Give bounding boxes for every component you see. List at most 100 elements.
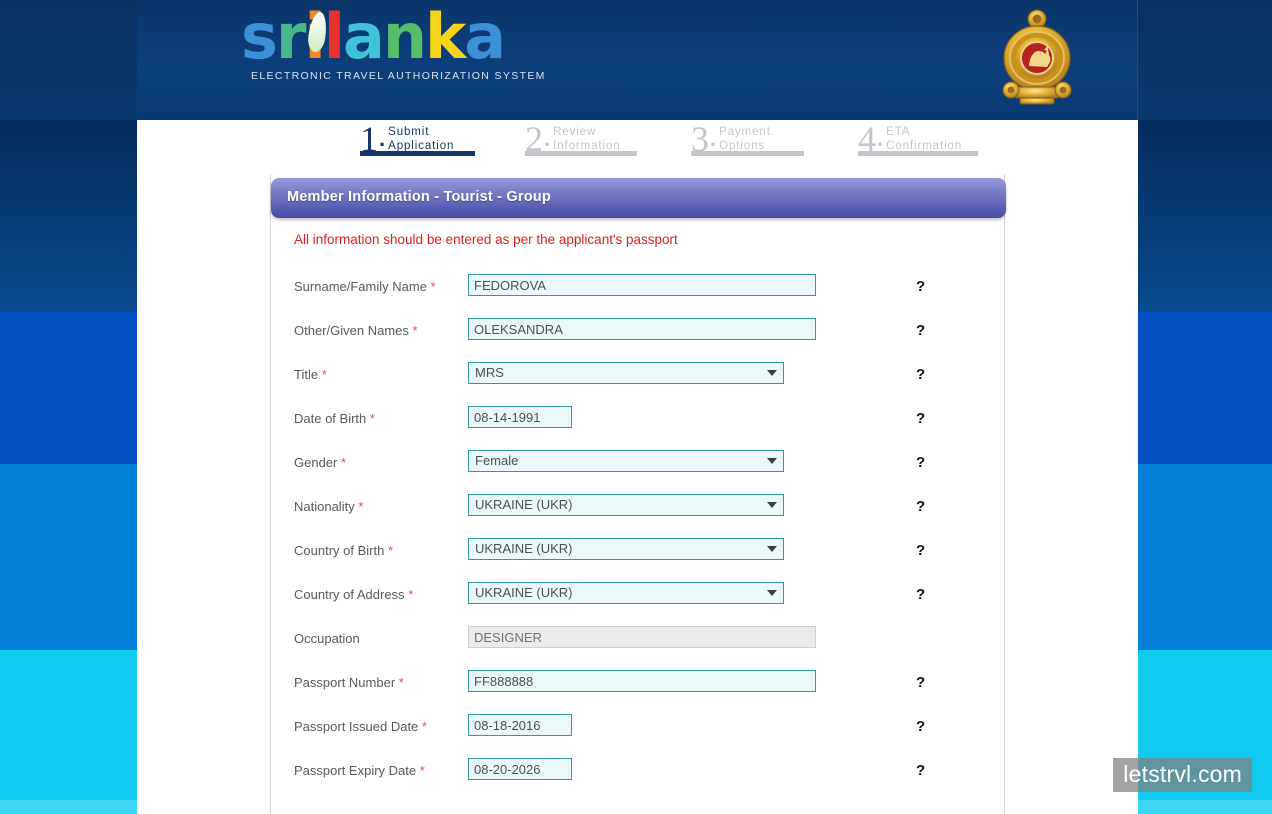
passport-issued-date-input[interactable]	[468, 714, 572, 736]
label-country-of-birth-text: Country of Birth	[294, 543, 385, 558]
step-2-line2: Information	[553, 139, 621, 152]
step-2-line1: Review	[553, 126, 597, 138]
label-country-of-birth: Country of Birth *	[294, 543, 393, 558]
required-marker: *	[412, 323, 418, 338]
row-country-of-address: Country of Address * UKRAINE (UKR) ?	[271, 578, 1006, 622]
required-marker: *	[419, 763, 425, 778]
label-passport-expiry-date: Passport Expiry Date *	[294, 763, 425, 778]
logo-letter-r: r	[275, 0, 307, 73]
label-gender-text: Gender	[294, 455, 338, 470]
step-review-information[interactable]: 2 . Review Information	[525, 121, 637, 157]
row-passport-issued-date: Passport Issued Date * ?	[271, 710, 1006, 754]
step-3-label: Payment Options	[719, 122, 771, 153]
logo-letter-n: n	[382, 0, 427, 73]
step-3-underline	[691, 151, 804, 156]
row-surname: Surname/Family Name * ?	[271, 270, 1006, 314]
given-names-input[interactable]	[468, 318, 816, 340]
label-passport-issued-date: Passport Issued Date *	[294, 719, 427, 734]
help-icon-passport-issued-date[interactable]: ?	[916, 718, 925, 735]
country-of-birth-select[interactable]: UKRAINE (UKR)	[468, 538, 784, 560]
content-sheet: 1 . Submit Application 2 . Review Inform…	[137, 120, 1138, 814]
label-given-names-text: Other/Given Names	[294, 323, 409, 338]
row-passport-expiry-date: Passport Expiry Date * ?	[271, 754, 1006, 798]
country-of-address-select[interactable]: UKRAINE (UKR)	[468, 582, 784, 604]
help-icon-gender[interactable]: ?	[916, 454, 925, 471]
step-payment-options[interactable]: 3 . Payment Options	[691, 121, 804, 157]
sri-lanka-national-emblem-icon	[989, 8, 1085, 112]
label-date-of-birth-text: Date of Birth	[294, 411, 367, 426]
logo-letter-s: s	[241, 0, 278, 73]
step-2-underline	[525, 151, 637, 156]
panel-title: Member Information - Tourist - Group	[287, 189, 551, 205]
step-1-line1: Submit	[388, 126, 430, 138]
row-gender: Gender * Female ?	[271, 446, 1006, 490]
required-marker: *	[358, 499, 364, 514]
row-title: Title * MRS ?	[271, 358, 1006, 402]
site-header: srilanka ELECTRONIC TRAVEL AUTHORIZATION…	[137, 0, 1138, 120]
label-date-of-birth: Date of Birth *	[294, 411, 375, 426]
site-watermark: letstrvl.com	[1113, 758, 1252, 792]
help-icon-given-names[interactable]: ?	[916, 322, 925, 339]
step-3-line2: Options	[719, 139, 766, 152]
logo-letter-k: k	[425, 0, 466, 73]
help-icon-country-of-address[interactable]: ?	[916, 586, 925, 603]
label-passport-expiry-date-text: Passport Expiry Date	[294, 763, 417, 778]
help-icon-date-of-birth[interactable]: ?	[916, 410, 925, 427]
step-4-line2: Confirmation	[886, 139, 963, 152]
panel-header-bar: Member Information - Tourist - Group	[271, 178, 1006, 218]
help-icon-passport-number[interactable]: ?	[916, 674, 925, 691]
member-information-form: Surname/Family Name * ? Other/Given Name…	[271, 270, 1006, 798]
chevron-down-icon	[767, 546, 777, 552]
page-root: srilanka ELECTRONIC TRAVEL AUTHORIZATION…	[0, 0, 1272, 814]
gender-select[interactable]: Female	[468, 450, 784, 472]
chevron-down-icon	[767, 370, 777, 376]
help-icon-surname[interactable]: ?	[916, 278, 925, 295]
label-title: Title *	[294, 367, 327, 382]
step-4-line1: ETA	[886, 126, 911, 138]
title-select-value: MRS	[475, 365, 504, 380]
required-marker: *	[369, 411, 375, 426]
chevron-down-icon	[767, 502, 777, 508]
row-occupation: Occupation	[271, 622, 1006, 666]
label-country-of-address: Country of Address *	[294, 587, 413, 602]
help-icon-country-of-birth[interactable]: ?	[916, 542, 925, 559]
step-3-line1: Payment	[719, 126, 771, 138]
row-country-of-birth: Country of Birth * UKRAINE (UKR) ?	[271, 534, 1006, 578]
step-1-label: Submit Application	[388, 122, 454, 153]
row-passport-number: Passport Number * ?	[271, 666, 1006, 710]
nationality-select-value: UKRAINE (UKR)	[475, 497, 573, 512]
step-4-label: ETA Confirmation	[886, 122, 962, 153]
label-gender: Gender *	[294, 455, 346, 470]
required-marker: *	[430, 279, 436, 294]
nationality-select[interactable]: UKRAINE (UKR)	[468, 494, 784, 516]
passport-expiry-date-input[interactable]	[468, 758, 572, 780]
step-eta-confirmation[interactable]: 4 . ETA Confirmation	[858, 121, 978, 157]
logo-letter-a2: a	[464, 0, 506, 73]
country-of-birth-select-value: UKRAINE (UKR)	[475, 541, 573, 556]
chevron-down-icon	[767, 458, 777, 464]
date-of-birth-input[interactable]	[468, 406, 572, 428]
label-passport-number-text: Passport Number	[294, 675, 396, 690]
chevron-down-icon	[767, 590, 777, 596]
label-nationality-text: Nationality	[294, 499, 355, 514]
progress-steps: 1 . Submit Application 2 . Review Inform…	[137, 120, 1138, 182]
step-2-label: Review Information	[553, 122, 620, 153]
required-marker: *	[408, 587, 414, 602]
required-marker: *	[421, 719, 427, 734]
surname-input[interactable]	[468, 274, 816, 296]
label-surname-text: Surname/Family Name	[294, 279, 427, 294]
passport-number-input[interactable]	[468, 670, 816, 692]
row-given-names: Other/Given Names * ?	[271, 314, 1006, 358]
label-occupation-text: Occupation	[294, 631, 360, 646]
logo-wordmark: srilanka	[241, 6, 701, 68]
label-title-text: Title	[294, 367, 319, 382]
required-marker: *	[387, 543, 394, 558]
help-icon-title[interactable]: ?	[916, 366, 925, 383]
site-logo[interactable]: srilanka ELECTRONIC TRAVEL AUTHORIZATION…	[241, 6, 701, 98]
step-submit-application[interactable]: 1 . Submit Application	[360, 121, 475, 157]
label-country-of-address-text: Country of Address	[294, 587, 405, 602]
help-icon-nationality[interactable]: ?	[916, 498, 925, 515]
help-icon-passport-expiry-date[interactable]: ?	[916, 762, 925, 779]
title-select[interactable]: MRS	[468, 362, 784, 384]
step-4-underline	[858, 151, 978, 156]
